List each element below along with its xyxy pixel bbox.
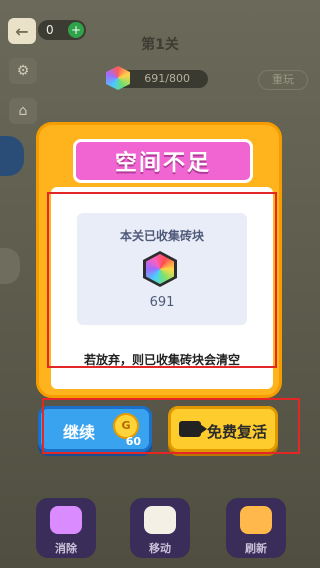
level-title: 第1关 bbox=[141, 37, 179, 53]
collected-count: 691 bbox=[149, 295, 175, 310]
home-button[interactable]: ⌂ bbox=[9, 98, 37, 124]
progress-text: 691/800 bbox=[144, 72, 190, 85]
dialog-title: 空间不足 bbox=[114, 151, 211, 176]
tool-label: 移动 bbox=[149, 542, 171, 555]
continue-cost: 60 bbox=[125, 435, 141, 448]
collected-title: 本关已收集砖块 bbox=[119, 229, 204, 243]
gear-icon: ⚙ bbox=[16, 63, 30, 79]
tool-move[interactable]: 移动 bbox=[130, 498, 190, 558]
revive-label: 免费复活 bbox=[207, 423, 268, 441]
video-icon bbox=[179, 421, 207, 437]
replay-button[interactable]: 重玩 bbox=[258, 70, 308, 90]
refresh-icon bbox=[240, 506, 272, 534]
continue-label: 继续 bbox=[63, 423, 96, 442]
hand-icon bbox=[144, 506, 176, 534]
home-icon: ⌂ bbox=[18, 103, 28, 119]
tool-eliminate[interactable]: 消除 bbox=[36, 498, 96, 558]
side-tab-gear[interactable] bbox=[0, 136, 24, 176]
tool-label: 刷新 bbox=[245, 542, 267, 555]
side-tab-shop[interactable] bbox=[0, 248, 20, 284]
collected-bricks-card: 本关已收集砖块 691 bbox=[77, 213, 247, 325]
continue-button[interactable]: 继续 G 60 bbox=[38, 406, 152, 452]
settings-button[interactable]: ⚙ bbox=[9, 58, 37, 84]
dialog-title-ribbon: 空间不足 bbox=[73, 139, 253, 183]
free-revive-button[interactable]: 免费复活 bbox=[168, 406, 278, 452]
out-of-space-dialog: 空间不足 本关已收集砖块 691 若放弃，则已收集砖块会清空 bbox=[36, 122, 282, 398]
rainbow-brick-icon bbox=[143, 251, 177, 287]
hammer-icon bbox=[50, 506, 82, 534]
tool-refresh[interactable]: 刷新 bbox=[226, 498, 286, 558]
replay-label: 重玩 bbox=[272, 73, 294, 86]
dialog-content: 本关已收集砖块 691 若放弃，则已收集砖块会清空 bbox=[51, 187, 273, 389]
tool-label: 消除 bbox=[55, 542, 77, 555]
abandon-warning: 若放弃，则已收集砖块会清空 bbox=[83, 353, 240, 367]
